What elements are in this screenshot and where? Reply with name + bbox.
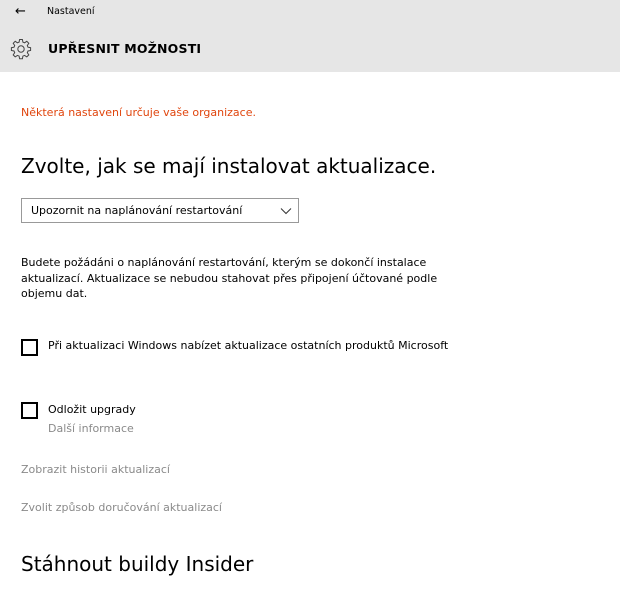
insider-builds-heading: Stáhnout buildy Insider [21, 552, 254, 576]
organization-notice: Některá nastavení určuje vaše organizace… [21, 106, 256, 119]
other-products-label[interactable]: Při aktualizaci Windows nabízet aktualiz… [48, 338, 468, 354]
install-updates-heading: Zvolte, jak se mají instalovat aktualiza… [21, 154, 437, 178]
defer-upgrades-label[interactable]: Odložit upgrady [48, 402, 468, 418]
more-info-link[interactable]: Další informace [48, 421, 134, 436]
update-history-link[interactable]: Zobrazit historii aktualizací [21, 462, 170, 477]
delivery-method-link[interactable]: Zvolit způsob doručování aktualizací [21, 500, 222, 515]
gear-icon [10, 39, 32, 60]
page-title: UPŘESNIT MOŽNOSTI [48, 41, 202, 56]
chevron-down-icon [280, 208, 292, 215]
install-mode-description: Budete požádáni o naplánování restartová… [21, 256, 438, 300]
app-title: Nastavení [47, 6, 95, 17]
other-products-checkbox[interactable] [21, 339, 38, 356]
settings-header: ← Nastavení UPŘESNIT MOŽNOSTI [0, 0, 620, 72]
back-arrow-icon[interactable]: ← [15, 4, 26, 20]
install-mode-dropdown[interactable]: Upozornit na naplánování restartování [21, 198, 299, 223]
install-mode-selected: Upozornit na naplánování restartování [31, 204, 243, 217]
defer-upgrades-checkbox[interactable] [21, 402, 38, 419]
